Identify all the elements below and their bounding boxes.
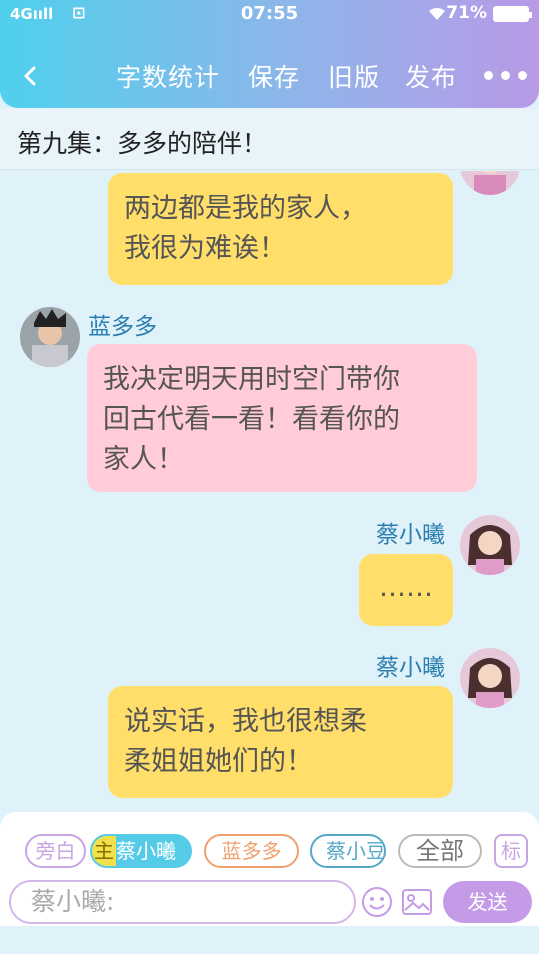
bottom-strip — [0, 926, 539, 954]
avatar — [460, 171, 520, 195]
save-button[interactable]: 保存 — [248, 58, 300, 94]
message-bubble: 两边都是我的家人， 我很为难诶！ — [108, 173, 453, 285]
message-line: 回古代看一看！看看你的 — [103, 404, 400, 435]
battery-icon — [493, 6, 532, 22]
message-line: 家人！ — [103, 444, 184, 475]
message-line: 两边都是我的家人， — [124, 193, 367, 224]
role-chip-main[interactable]: 主蔡小曦 — [90, 834, 192, 868]
role-chip-narrator[interactable]: 旁白 — [25, 834, 86, 868]
wifi-icon — [429, 7, 445, 21]
avatar — [20, 307, 80, 367]
battery-percent: 71% — [446, 3, 487, 23]
send-button[interactable]: 发送 — [443, 881, 532, 923]
chat-area[interactable]: 两边都是我的家人， 我很为难诶！ 蓝多多 我决定明天用时空门带你 回古代看一看！… — [0, 171, 539, 811]
mark-button[interactable]: 标 — [494, 834, 528, 868]
all-roles-button[interactable]: 全部 — [398, 834, 482, 868]
chevron-left-icon[interactable] — [16, 58, 46, 94]
message-line: …… — [379, 572, 433, 603]
episode-title: 第九集：多多的陪伴！ — [17, 129, 268, 158]
more-icon[interactable] — [484, 68, 528, 82]
status-bar: 4Gııll ⊡ 07:55 71% — [0, 0, 539, 30]
episode-bar: 第九集：多多的陪伴！ — [0, 108, 539, 170]
speaker-name: 蓝多多 — [88, 314, 157, 340]
emoji-icon[interactable] — [361, 886, 393, 918]
top-header: 4Gııll ⊡ 07:55 71% 字数统计 保存 旧版 发布 — [0, 0, 539, 108]
message-line: 我很为难诶！ — [124, 233, 286, 264]
role-chip-caixiaodou[interactable]: 蔡小豆 — [310, 834, 386, 868]
avatar — [460, 648, 520, 708]
speaker-name: 蔡小曦 — [376, 655, 445, 681]
speaker-name: 蔡小曦 — [376, 522, 445, 548]
message-input[interactable]: 蔡小曦: — [9, 880, 356, 924]
message-line: 我决定明天用时空门带你 — [103, 364, 400, 395]
message-line: 柔姐姐她们的！ — [124, 746, 313, 777]
message-line: 说实话，我也很想柔 — [124, 706, 367, 737]
avatar — [460, 515, 520, 575]
main-role-name: 蔡小曦 — [116, 839, 176, 863]
message-bubble: 我决定明天用时空门带你 回古代看一看！看看你的 家人！ — [87, 344, 477, 492]
message-bubble: …… — [359, 554, 453, 626]
publish-button[interactable]: 发布 — [405, 58, 457, 94]
main-role-tag: 主 — [92, 836, 116, 866]
message-bubble: 说实话，我也很想柔 柔姐姐她们的！ — [108, 686, 453, 798]
role-chip-landuoduo[interactable]: 蓝多多 — [204, 834, 299, 868]
image-icon[interactable] — [401, 886, 433, 918]
word-count-button[interactable]: 字数统计 — [116, 58, 220, 94]
old-version-button[interactable]: 旧版 — [328, 58, 380, 94]
